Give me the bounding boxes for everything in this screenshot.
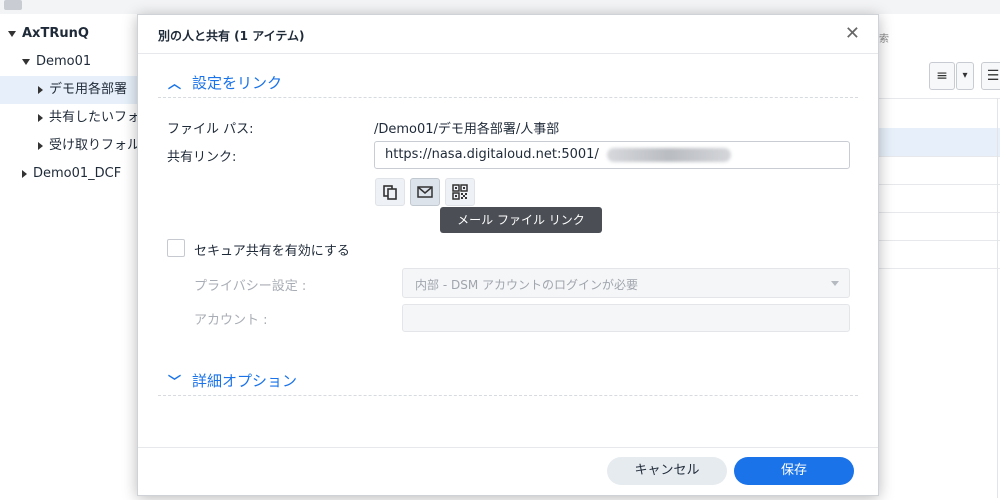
chevron-up-icon: ︿	[168, 77, 182, 92]
share-link-label: 共有リンク:	[167, 150, 237, 165]
search-hint: 索	[879, 34, 889, 45]
section-title: 詳細オプション	[192, 372, 298, 390]
folder-icon	[4, 0, 22, 10]
mail-icon	[417, 186, 433, 198]
email-link-button[interactable]	[410, 178, 440, 206]
folder-tree: AxTRunQ Demo01 デモ用各部署 共有したいフォ 受け取りフォル De…	[0, 14, 175, 500]
row-divider	[877, 184, 1000, 185]
close-icon[interactable]: ✕	[845, 23, 860, 44]
list-view-button[interactable]: ≡	[929, 62, 955, 90]
copy-icon	[383, 185, 397, 200]
secure-share-label[interactable]: セキュア共有を有効にする	[194, 240, 350, 259]
background-top-strip	[0, 0, 1000, 15]
privacy-setting-select: 内部 - DSM アカウントのログインが必要	[402, 268, 850, 298]
tree-item-label: Demo01_DCF	[33, 166, 122, 181]
copy-link-button[interactable]	[375, 178, 405, 206]
dialog-title: 別の人と共有 (1 アイテム)	[158, 29, 305, 43]
chevron-down-icon	[831, 281, 839, 286]
view-dropdown-button[interactable]: ▾	[956, 62, 974, 90]
collapse-icon[interactable]	[38, 113, 43, 122]
file-path-label: ファイル パス:	[167, 122, 254, 137]
dialog-footer: キャンセル 保存	[138, 447, 878, 496]
tree-item-label: 共有したいフォ	[49, 110, 141, 125]
row-divider	[877, 240, 1000, 241]
row-divider	[877, 98, 1000, 99]
collapse-icon[interactable]	[22, 169, 27, 178]
link-settings-section-header[interactable]: ︿ 設定をリンク	[158, 67, 858, 98]
file-list-area: 索 ≡ ▾ ☰	[877, 14, 1000, 500]
dialog-header: 別の人と共有 (1 アイテム) ✕	[138, 15, 878, 54]
qr-code-button[interactable]	[445, 178, 475, 206]
collapse-icon[interactable]	[38, 85, 43, 94]
tree-item-label: AxTRunQ	[22, 26, 89, 41]
collapse-icon[interactable]	[38, 141, 43, 150]
email-link-tooltip: メール ファイル リンク	[440, 207, 602, 233]
selected-file-row[interactable]	[877, 128, 1000, 156]
share-link-value: https://nasa.digitaloud.net:5001/	[385, 147, 599, 162]
tree-item-demo01-dcf[interactable]: Demo01_DCF	[0, 160, 159, 188]
tree-item-demo01[interactable]: Demo01	[0, 48, 159, 76]
expand-icon[interactable]	[22, 58, 30, 65]
advanced-options-section-header[interactable]: ﹀ 詳細オプション	[158, 365, 858, 396]
tree-item-label: Demo01	[36, 54, 92, 69]
privacy-setting-label: プライバシー設定 :	[194, 279, 307, 294]
secure-share-checkbox[interactable]	[167, 239, 185, 257]
qr-code-icon	[452, 184, 468, 200]
share-dialog: 別の人と共有 (1 アイテム) ✕ ︿ 設定をリンク ファイル パス: /Dem…	[137, 14, 879, 496]
tree-item-label: デモ用各部署	[49, 82, 128, 97]
row-divider	[877, 268, 1000, 269]
redacted-link-part	[607, 148, 731, 162]
privacy-setting-value: 内部 - DSM アカウントのログインが必要	[415, 278, 638, 292]
row-divider	[877, 212, 1000, 213]
section-title: 設定をリンク	[192, 74, 283, 92]
expand-icon[interactable]	[8, 30, 16, 37]
share-link-field[interactable]: https://nasa.digitaloud.net:5001/	[374, 141, 850, 169]
file-path-value: /Demo01/デモ用各部署/人事部	[374, 122, 560, 137]
tree-item-axtrunq[interactable]: AxTRunQ	[0, 20, 145, 48]
account-label: アカウント :	[194, 313, 268, 328]
tree-item-label: 受け取りフォル	[49, 138, 141, 153]
account-field	[402, 304, 850, 332]
column-divider	[997, 98, 998, 498]
row-divider	[877, 156, 1000, 157]
save-button[interactable]: 保存	[734, 457, 854, 485]
sort-button[interactable]: ☰	[981, 62, 1000, 90]
chevron-down-icon: ﹀	[168, 375, 182, 390]
cancel-button[interactable]: キャンセル	[607, 457, 727, 485]
